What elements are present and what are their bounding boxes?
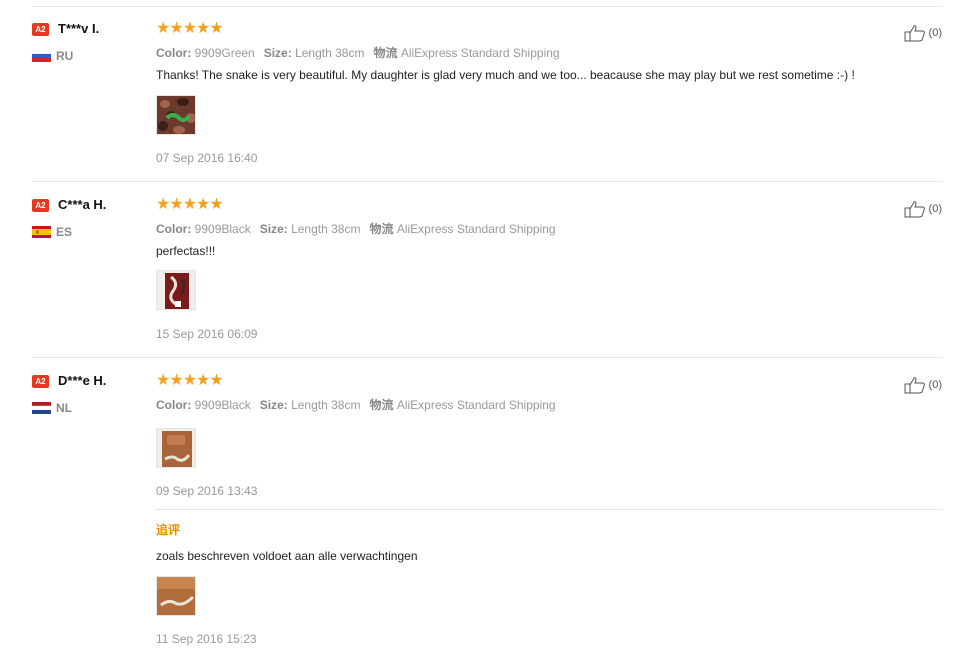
buyer-name: T***v I. xyxy=(58,21,100,36)
review-item: A2 D***e H. NL ★★★★★ Color: 9909Black Siz… xyxy=(32,359,942,651)
shipping-value: AliExpress Standard Shipping xyxy=(396,398,556,412)
snake-photo-thumbnail xyxy=(157,271,195,309)
helpful-count: (0) xyxy=(928,203,942,215)
review-text: Thanks! The snake is very beautiful. My … xyxy=(156,68,855,82)
helpful-button[interactable]: (0) xyxy=(904,376,942,394)
review-date: 15 Sep 2016 06:09 xyxy=(156,327,258,341)
size-label: Size: xyxy=(259,222,288,236)
review-divider xyxy=(32,181,942,182)
helpful-button[interactable]: (0) xyxy=(904,24,942,42)
color-value: 9909Black xyxy=(194,398,251,412)
thumbs-up-icon xyxy=(904,201,925,218)
thumbs-up-icon xyxy=(904,25,925,42)
additional-review-date: 11 Sep 2016 15:23 xyxy=(156,632,257,646)
thumbs-up-icon xyxy=(904,377,925,394)
review-item: A2 T***v I. RU ★★★★★ Color: 9909Green Siz… xyxy=(32,7,942,182)
shipping-value: AliExpress Standard Shipping xyxy=(400,46,560,60)
review-photo[interactable] xyxy=(156,95,196,135)
buyer-country: RU xyxy=(56,49,74,63)
flag-russia-icon xyxy=(32,50,51,62)
color-value: 9909Black xyxy=(194,222,251,236)
buyer-country: ES xyxy=(56,225,73,239)
review-text: perfectas!!! xyxy=(156,244,216,258)
buyer-level-badge: A2 xyxy=(32,23,49,36)
star-rating: ★★★★★ xyxy=(156,20,224,37)
flag-netherlands-icon xyxy=(32,402,51,414)
review-divider xyxy=(32,357,942,358)
review-item: A2 C***a H. ES ★★★★★ Color: 9909Black Siz… xyxy=(32,183,942,358)
star-rating: ★★★★★ xyxy=(156,372,224,389)
helpful-count: (0) xyxy=(928,27,942,39)
shipping-label: 物流 xyxy=(373,46,398,60)
review-photo[interactable] xyxy=(156,270,196,310)
snake-photo-thumbnail xyxy=(157,577,195,615)
shipping-label: 物流 xyxy=(369,222,394,236)
flag-spain-icon xyxy=(32,226,51,238)
color-label: Color: xyxy=(156,46,192,60)
additional-review-text: zoals beschreven voldoet aan alle verwac… xyxy=(156,549,418,563)
snake-photo-thumbnail xyxy=(157,96,195,134)
buyer-level-badge: A2 xyxy=(32,199,49,212)
review-date: 07 Sep 2016 16:40 xyxy=(156,151,258,165)
review-date: 09 Sep 2016 13:43 xyxy=(156,484,258,498)
color-value: 9909Green xyxy=(194,46,255,60)
size-value: Length 38cm xyxy=(295,46,365,60)
order-attributes: Color: 9909Black Size: Length 38cm 物流 AliE… xyxy=(156,396,556,413)
buyer-name: D***e H. xyxy=(58,373,107,388)
color-label: Color: xyxy=(156,222,192,236)
additional-review-photo[interactable] xyxy=(156,576,196,616)
order-attributes: Color: 9909Green Size: Length 38cm 物流 AliE… xyxy=(156,44,560,61)
order-attributes: Color: 9909Black Size: Length 38cm 物流 AliE… xyxy=(156,220,556,237)
helpful-button[interactable]: (0) xyxy=(904,200,942,218)
buyer-name: C***a H. xyxy=(58,197,107,212)
star-rating: ★★★★★ xyxy=(156,196,224,213)
buyer-level-badge: A2 xyxy=(32,375,49,388)
size-value: Length 38cm xyxy=(291,222,361,236)
size-value: Length 38cm xyxy=(291,398,361,412)
size-label: Size: xyxy=(259,398,288,412)
additional-review-divider xyxy=(156,509,942,510)
buyer-country: NL xyxy=(56,401,72,415)
additional-review-label: 追评 xyxy=(156,523,181,537)
snake-photo-thumbnail xyxy=(157,429,195,467)
color-label: Color: xyxy=(156,398,192,412)
shipping-value: AliExpress Standard Shipping xyxy=(396,222,556,236)
review-photo[interactable] xyxy=(156,428,196,468)
size-label: Size: xyxy=(263,46,292,60)
helpful-count: (0) xyxy=(928,379,942,391)
shipping-label: 物流 xyxy=(369,398,394,412)
